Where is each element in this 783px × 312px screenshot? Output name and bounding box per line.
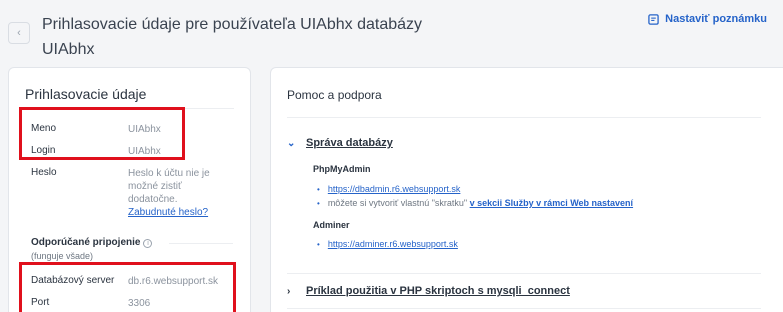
list-item: • https://adminer.r6.websupport.sk [317, 239, 458, 249]
forgot-password-link[interactable]: Zabudnuté heslo? [128, 207, 208, 218]
phpmyadmin-title: PhpMyAdmin [313, 164, 371, 174]
chevron-right-icon: › [287, 285, 291, 297]
web-settings-link[interactable]: v sekcii Služby v rámci Web nastavení [470, 198, 633, 208]
divider [287, 308, 761, 309]
accordion-db-management-label: Správa databázy [306, 137, 393, 149]
password-info: Heslo k účtu nie je možné zistiť dodatoč… [128, 167, 223, 219]
password-row: Heslo Heslo k účtu nie je možné zistiť d… [31, 167, 241, 219]
credentials-title: Prihlasovacie údaje [25, 86, 147, 102]
info-icon[interactable]: i [143, 239, 153, 248]
recommended-title-text: Odporúčané pripojenie [31, 237, 141, 248]
list-item: • https://dbadmin.r6.websupport.sk [317, 184, 460, 194]
divider [287, 273, 761, 274]
bullet-icon: • [317, 239, 320, 249]
help-title: Pomoc a podpora [287, 88, 382, 102]
phpmyadmin-link[interactable]: https://dbadmin.r6.websupport.sk [328, 184, 461, 194]
note-icon [648, 13, 659, 25]
divider [169, 243, 233, 244]
accordion-php-example-label: Príklad použitia v PHP skriptoch s mysql… [306, 285, 570, 297]
back-button[interactable]: ‹ [8, 22, 30, 44]
recommended-connection-title: Odporúčané pripojenie i [31, 237, 153, 248]
highlight-box [19, 262, 236, 312]
adminer-link[interactable]: https://adminer.r6.websupport.sk [328, 239, 458, 249]
bullet-icon: • [317, 184, 320, 194]
list-item: • môžete si vytvoriť vlastnú "skratku" v… [317, 198, 633, 208]
password-note: Heslo k účtu nie je možné zistiť dodatoč… [128, 168, 210, 205]
shortcut-text: môžete si vytvoriť vlastnú "skratku" v s… [328, 198, 633, 208]
recommended-note: (funguje všade) [31, 251, 94, 261]
bullet-icon: • [317, 198, 320, 208]
chevron-down-icon: ⌄ [287, 137, 296, 149]
password-label: Heslo [31, 167, 57, 178]
set-note-label: Nastaviť poznámku [665, 13, 767, 25]
help-card: Pomoc a podpora ⌄ Správa databázy PhpMyA… [270, 67, 783, 312]
shortcut-text-label: môžete si vytvoriť vlastnú "skratku" [327, 198, 468, 208]
chevron-left-icon: ‹ [17, 27, 21, 39]
highlight-box [19, 107, 185, 160]
set-note-button[interactable]: Nastaviť poznámku [648, 13, 767, 25]
adminer-title: Adminer [313, 220, 350, 230]
accordion-php-example[interactable]: › Príklad použitia v PHP skriptoch s mys… [287, 285, 570, 297]
divider [287, 117, 761, 118]
accordion-db-management[interactable]: ⌄ Správa databázy [287, 137, 393, 149]
page-title: Prihlasovacie údaje pre používateľa UIAb… [42, 16, 423, 58]
